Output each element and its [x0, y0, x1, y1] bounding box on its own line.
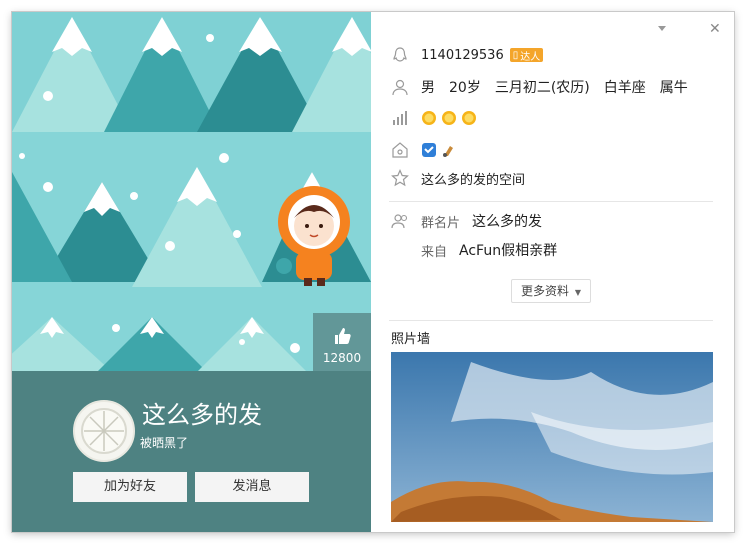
basic-info-row: 男 20岁 三月初二(农历) 白羊座 属牛	[391, 77, 688, 97]
profile-window: 12800 这么多的发 被晒黑了 加为好友 发消息 ✕ 1140129536 ▯…	[12, 12, 734, 532]
status-message: 被晒黑了	[140, 436, 189, 450]
person-icon	[391, 78, 409, 96]
chevron-down-icon[interactable]	[657, 22, 667, 36]
sun-icon	[461, 110, 477, 126]
add-friend-button[interactable]: 加为好友	[73, 472, 187, 502]
star-icon	[391, 169, 409, 187]
like-count: 12800	[322, 351, 362, 365]
profile-card: 这么多的发 被晒黑了 加为好友 发消息	[12, 371, 371, 532]
send-message-button[interactable]: 发消息	[195, 472, 309, 502]
talent-badge: ▯ 达人	[509, 48, 544, 63]
more-info-button[interactable]: 更多资料 ▼	[511, 279, 591, 303]
level-row	[391, 108, 481, 128]
like-button[interactable]: 12800	[313, 313, 371, 371]
birthday: 三月初二(农历)	[494, 80, 590, 96]
avatar[interactable]	[73, 400, 135, 462]
constellation: 白羊座	[603, 80, 646, 96]
from-row: 来自 AcFun假相亲群	[391, 240, 557, 260]
space-link[interactable]: 这么多的发的空间	[421, 169, 525, 188]
photo-wall-title: 照片墙	[391, 332, 431, 347]
group-icon	[391, 212, 409, 230]
group-card-label: 群名片	[421, 215, 461, 231]
close-button[interactable]: ✕	[709, 21, 721, 37]
age: 20岁	[449, 80, 481, 96]
sun-icon	[441, 110, 457, 126]
services-row	[391, 140, 461, 160]
divider	[389, 201, 713, 202]
group-card-row: 群名片 这么多的发	[391, 211, 542, 231]
info-panel: ✕ 1140129536 ▯ 达人 男 20岁 三月初二(农历) 白羊座 属牛	[371, 12, 734, 532]
divider	[389, 320, 713, 321]
qq-number: 1140129536	[421, 47, 504, 63]
level-bars-icon	[391, 109, 409, 127]
security-shield-icon[interactable]	[421, 142, 437, 158]
space-row[interactable]: 这么多的发的空间	[391, 168, 525, 188]
from-group[interactable]: AcFun假相亲群	[459, 240, 557, 260]
qq-number-row: 1140129536 ▯ 达人	[391, 45, 544, 65]
cover-panel: 12800 这么多的发 被晒黑了 加为好友 发消息	[12, 12, 371, 532]
from-label: 来自	[421, 244, 448, 260]
sun-icon	[421, 110, 437, 126]
house-icon	[391, 141, 409, 159]
thumbs-up-icon	[313, 327, 371, 349]
chevron-down-icon: ▼	[574, 288, 581, 297]
photo-wall-image[interactable]	[391, 352, 713, 522]
music-icon[interactable]	[441, 142, 457, 158]
penguin-icon	[391, 46, 409, 64]
group-card-value: 这么多的发	[472, 214, 543, 230]
gender: 男	[421, 80, 435, 96]
zodiac: 属牛	[659, 80, 688, 96]
phone-icon: ▯	[512, 49, 519, 61]
nickname: 这么多的发	[142, 401, 262, 429]
